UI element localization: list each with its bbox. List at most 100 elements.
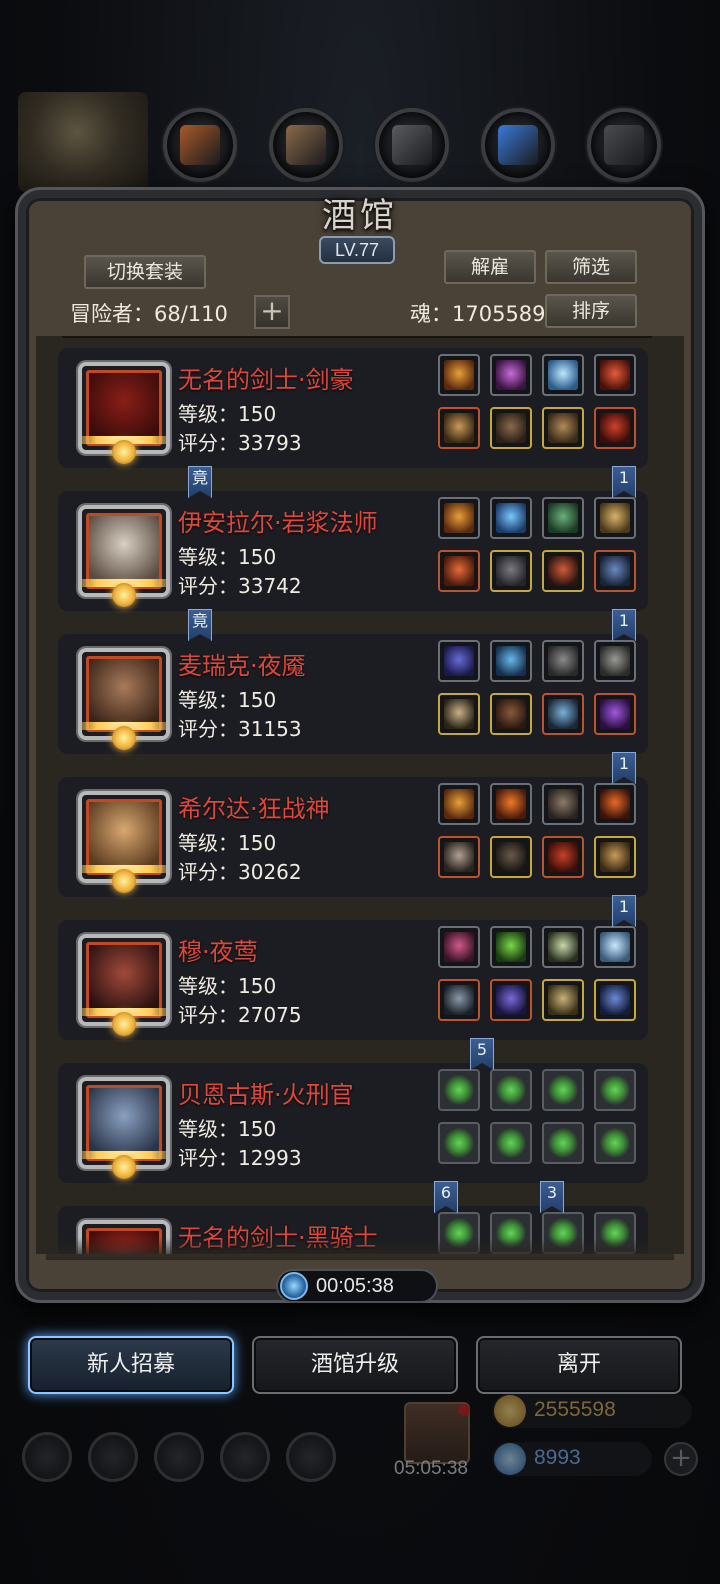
nav-wooden-plank-button[interactable] bbox=[269, 108, 343, 182]
equipment-slot[interactable] bbox=[438, 836, 480, 878]
equipment-slot[interactable] bbox=[594, 979, 636, 1021]
equipment-slot[interactable] bbox=[438, 783, 480, 825]
upgrade-tavern-button[interactable]: 酒馆升级 bbox=[252, 1336, 458, 1394]
nav-dark-steps-button[interactable] bbox=[587, 108, 661, 182]
nav-blue-crystal-button[interactable] bbox=[481, 108, 555, 182]
hero-score: 评分：33742 bbox=[178, 574, 302, 598]
equipment-slot[interactable] bbox=[438, 979, 480, 1021]
player-portrait[interactable] bbox=[18, 92, 148, 192]
equipment-slot[interactable] bbox=[438, 550, 480, 592]
fire-orb-icon bbox=[496, 789, 526, 819]
equipment-slot[interactable] bbox=[594, 407, 636, 449]
equipment-slot[interactable] bbox=[594, 640, 636, 682]
equipment-slot[interactable] bbox=[490, 926, 532, 968]
filter-button[interactable]: 筛选 bbox=[545, 250, 637, 284]
equipment-slot[interactable] bbox=[542, 354, 584, 396]
mage-robe-icon bbox=[496, 985, 526, 1015]
hero-name: 伊安拉尔·岩浆法师 bbox=[178, 509, 378, 537]
gem-icon bbox=[494, 1443, 526, 1475]
equipment-slot[interactable] bbox=[542, 1069, 584, 1111]
leave-button[interactable]: 离开 bbox=[476, 1336, 682, 1394]
dismiss-button[interactable]: 解雇 bbox=[444, 250, 536, 284]
add-slot-icon bbox=[548, 1075, 578, 1105]
compass-icon bbox=[600, 503, 630, 533]
hero-card[interactable]: 希尔达·狂战神 等级：150 评分：30262 bbox=[58, 777, 648, 897]
equipment-slot[interactable] bbox=[490, 693, 532, 735]
equipment-slot[interactable] bbox=[542, 1122, 584, 1164]
hero-score: 评分：27075 bbox=[178, 1003, 302, 1027]
equipment-slot[interactable] bbox=[594, 1122, 636, 1164]
settings-gear-icon[interactable] bbox=[22, 1432, 72, 1482]
equipment-slot[interactable] bbox=[490, 354, 532, 396]
equipment-slot[interactable] bbox=[438, 1122, 480, 1164]
equipment-slot[interactable] bbox=[438, 693, 480, 735]
nav-bronze-shield-button[interactable] bbox=[163, 108, 237, 182]
fire-staff-icon bbox=[444, 556, 474, 586]
equipment-slot[interactable] bbox=[490, 783, 532, 825]
rank-medal-icon bbox=[112, 1012, 136, 1036]
equipment-slot[interactable] bbox=[438, 354, 480, 396]
hero-card[interactable]: 麦瑞克·夜魇 等级：150 评分：31153 bbox=[58, 634, 648, 754]
expand-capacity-button[interactable]: + bbox=[254, 295, 290, 329]
equipment-slot[interactable] bbox=[542, 407, 584, 449]
portrait-image bbox=[86, 1085, 162, 1161]
equipment-slot[interactable] bbox=[594, 836, 636, 878]
recruit-button[interactable]: 新人招募 bbox=[28, 1336, 234, 1394]
mail-icon[interactable] bbox=[220, 1432, 270, 1482]
equipment-slot[interactable] bbox=[438, 1069, 480, 1111]
dagger-icon bbox=[444, 413, 474, 443]
castle-icon[interactable] bbox=[154, 1432, 204, 1482]
equipment-slot[interactable] bbox=[542, 497, 584, 539]
hero-level: 等级：150 bbox=[178, 831, 277, 855]
sort-button[interactable]: 排序 bbox=[545, 294, 637, 328]
equipment-slot[interactable] bbox=[542, 783, 584, 825]
add-currency-button[interactable]: + bbox=[664, 1442, 698, 1476]
equipment-slot[interactable] bbox=[594, 1069, 636, 1111]
equipment-slot[interactable] bbox=[490, 407, 532, 449]
equipment-slot[interactable] bbox=[594, 354, 636, 396]
equipment-slot[interactable] bbox=[542, 550, 584, 592]
star-badge-icon[interactable] bbox=[88, 1432, 138, 1482]
equipment-slot[interactable] bbox=[594, 497, 636, 539]
crown-flame-icon bbox=[444, 360, 474, 390]
equipment-slot[interactable] bbox=[490, 979, 532, 1021]
nav-steel-stairs-button[interactable] bbox=[375, 108, 449, 182]
equipment-slot[interactable] bbox=[490, 1069, 532, 1111]
equipment-slot[interactable] bbox=[490, 640, 532, 682]
equipment-slot[interactable] bbox=[542, 979, 584, 1021]
portrait-image bbox=[86, 656, 162, 732]
equipment-slot[interactable] bbox=[542, 693, 584, 735]
hero-list[interactable]: 无名的剑士·剑豪 等级：150 评分：33793 伊安拉尔·岩浆法师等级：150 评分：… bbox=[46, 342, 674, 1254]
equipment-slot[interactable] bbox=[594, 693, 636, 735]
hero-card[interactable]: 穆·夜莺 等级：150 评分：27075 bbox=[58, 920, 648, 1040]
hero-name: 贝恩古斯·火刑官 bbox=[178, 1081, 354, 1109]
hero-level: 等级：150 bbox=[178, 688, 277, 712]
hexagon-icon[interactable] bbox=[286, 1432, 336, 1482]
hero-card[interactable]: 贝恩古斯·火刑官 等级：150 评分：12993 bbox=[58, 1063, 648, 1183]
switch-outfit-button[interactable]: 切换套装 bbox=[84, 255, 206, 289]
equipment-slot[interactable] bbox=[594, 783, 636, 825]
equipment-slot[interactable] bbox=[542, 640, 584, 682]
equipment-slot[interactable] bbox=[594, 550, 636, 592]
hero-score: 评分：12993 bbox=[178, 1146, 302, 1170]
equipment-slot[interactable] bbox=[490, 550, 532, 592]
equipment-slot[interactable] bbox=[542, 926, 584, 968]
hero-level: 等级：150 bbox=[178, 545, 277, 569]
hero-card[interactable]: 无名的剑士·剑豪 等级：150 评分：33793 bbox=[58, 348, 648, 468]
portrait-image bbox=[86, 799, 162, 875]
equipment-slot[interactable] bbox=[490, 836, 532, 878]
equipment-slot[interactable] bbox=[594, 926, 636, 968]
wood-totem-icon bbox=[600, 842, 630, 872]
hero-card[interactable]: 伊安拉尔·岩浆法师等级：150 评分：33742 bbox=[58, 491, 648, 611]
gift-timer: 05:05:38 bbox=[394, 1458, 468, 1479]
equipment-slot[interactable] bbox=[490, 1122, 532, 1164]
equipment-slot[interactable] bbox=[490, 497, 532, 539]
equipment-slot[interactable] bbox=[438, 497, 480, 539]
equipment-slot[interactable] bbox=[438, 926, 480, 968]
bronze-shield-icon bbox=[180, 125, 220, 165]
rank-medal-icon bbox=[112, 869, 136, 893]
equipment-slot[interactable] bbox=[438, 640, 480, 682]
equipment-slot[interactable] bbox=[542, 836, 584, 878]
equipment-slot[interactable] bbox=[438, 407, 480, 449]
amulet-icon bbox=[548, 985, 578, 1015]
